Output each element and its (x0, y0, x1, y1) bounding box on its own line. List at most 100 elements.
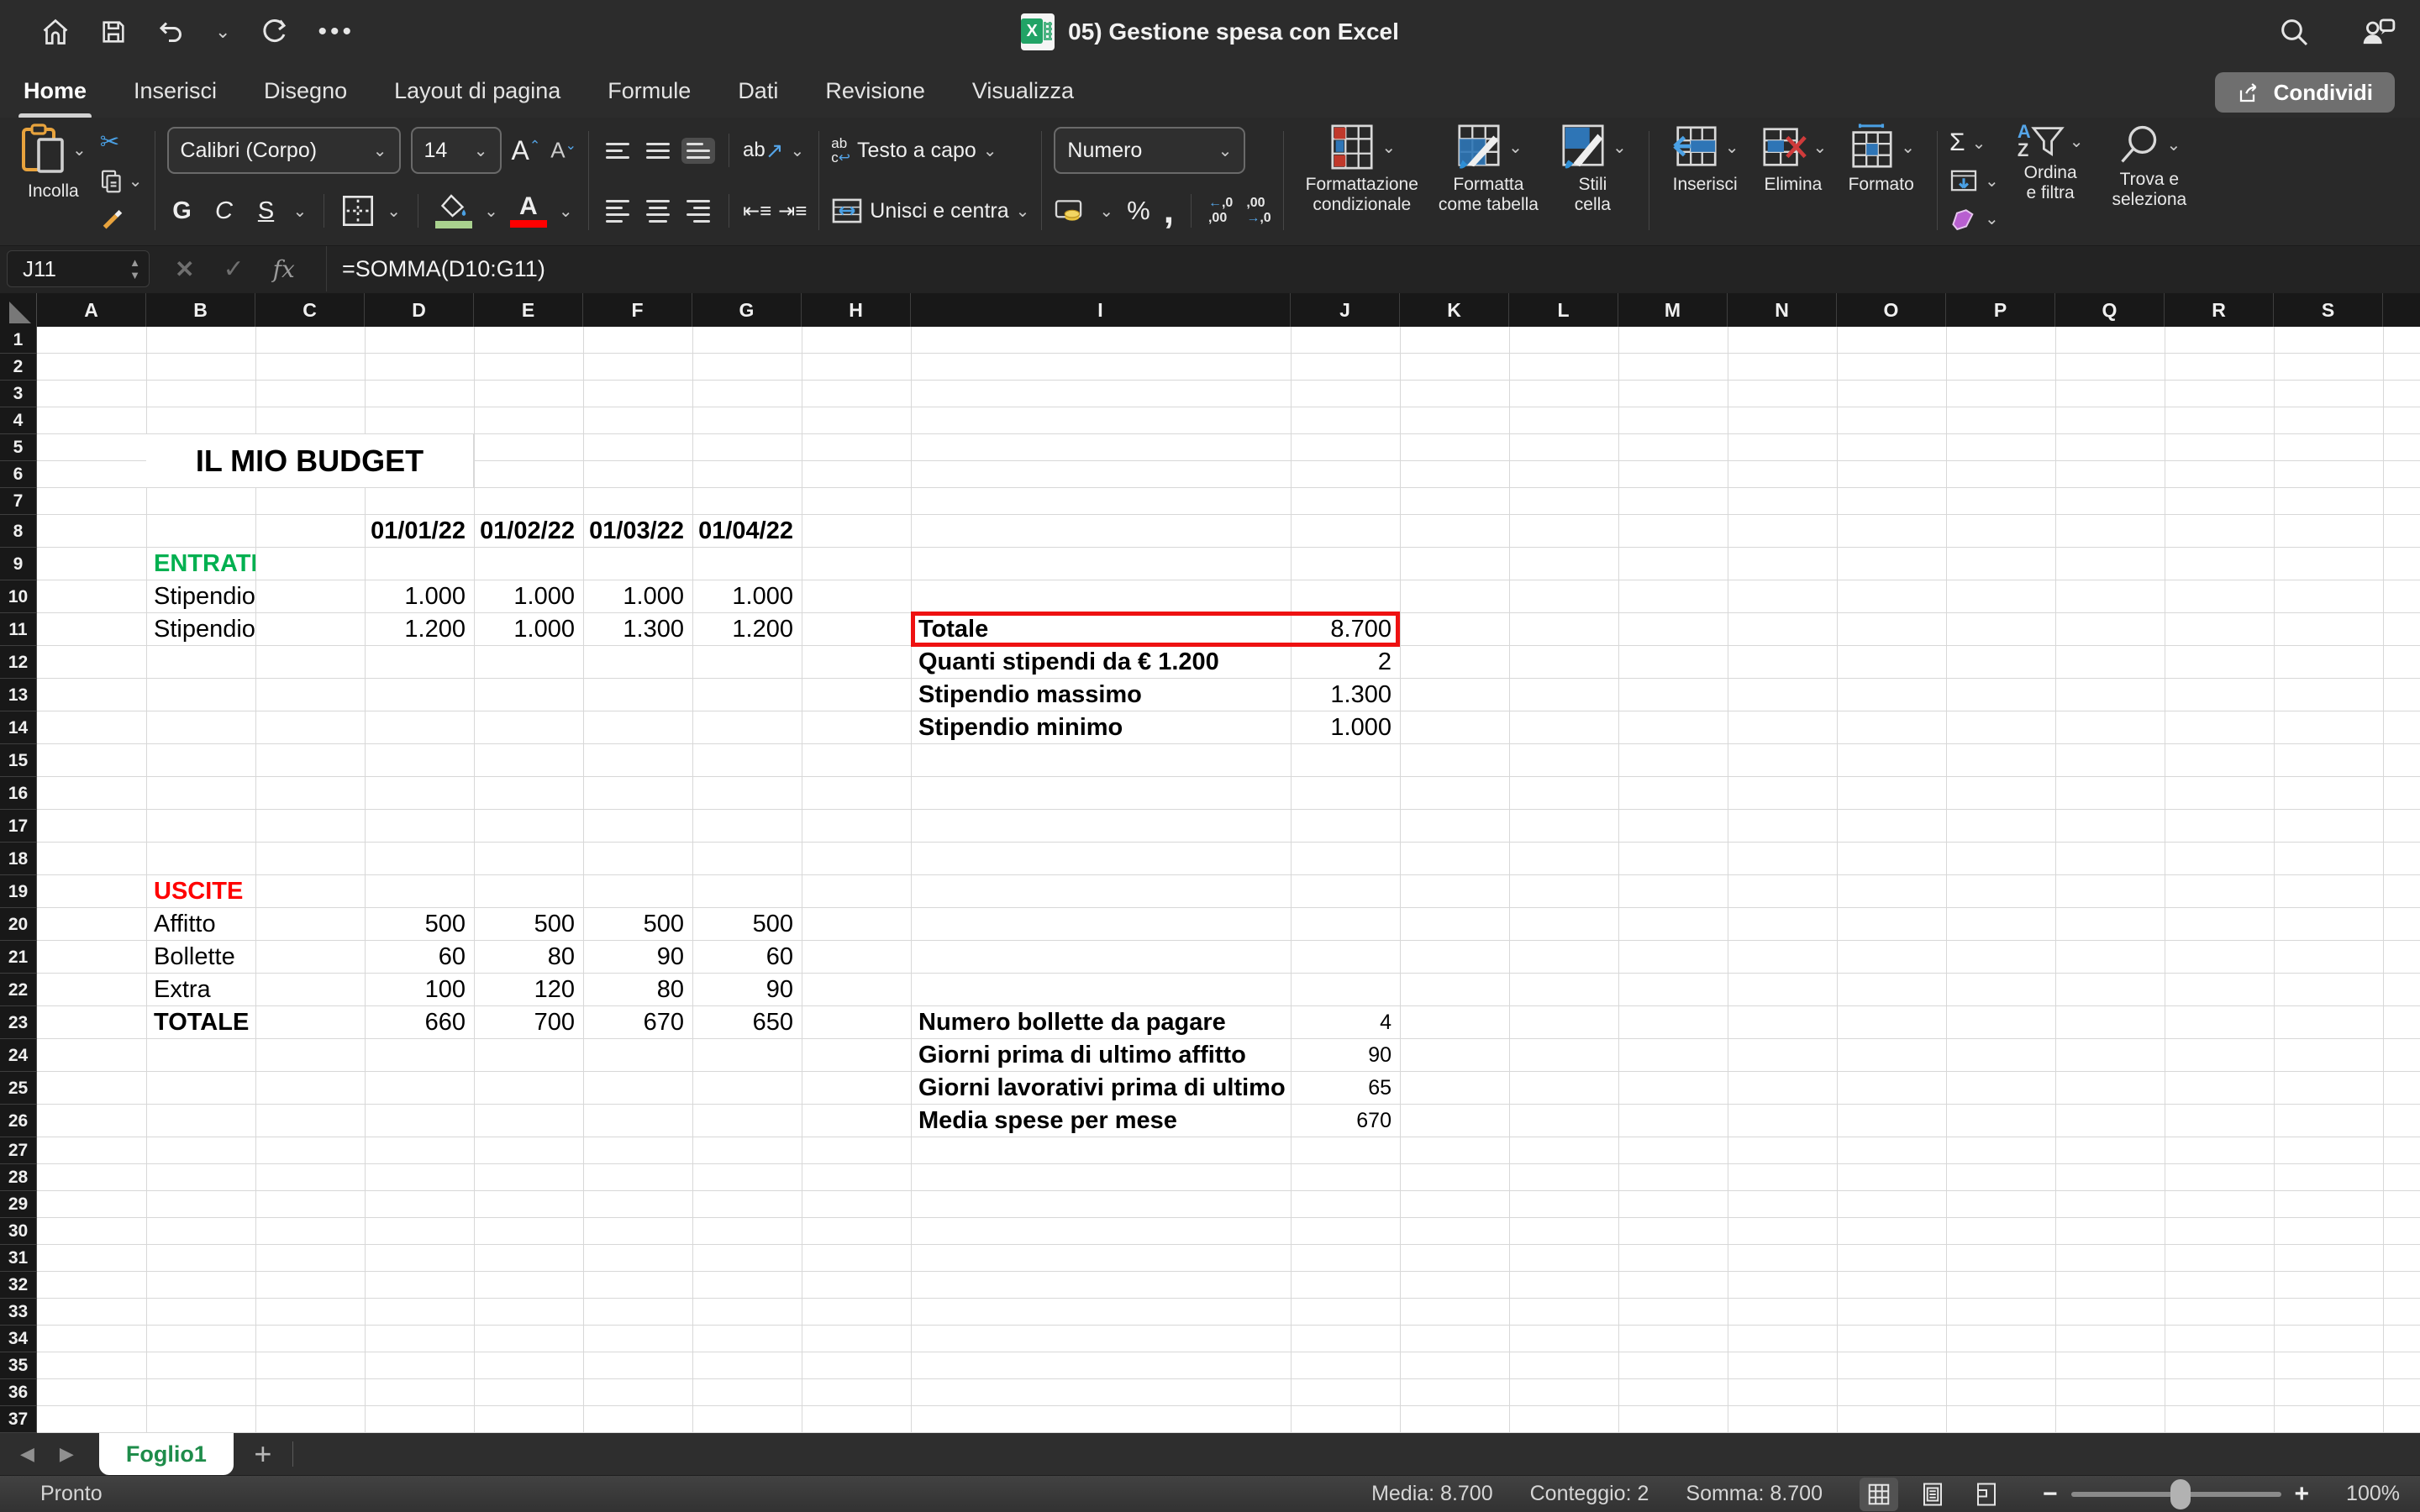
orientation-chevron-icon[interactable]: ⌄ (791, 140, 805, 161)
align-middle-icon[interactable] (641, 138, 675, 164)
sort-filter-button[interactable]: AZ ⌄ Ordina e filtra (2007, 123, 2094, 239)
fill-chevron-icon[interactable]: ⌄ (1985, 171, 1999, 192)
cell-J25[interactable]: 65 (1292, 1072, 1400, 1105)
conditional-formatting-chevron-icon[interactable]: ⌄ (1381, 137, 1396, 158)
autosum-button[interactable]: Σ (1949, 129, 1965, 157)
row-header-29[interactable]: 29 (0, 1191, 37, 1218)
format-cells-chevron-icon[interactable]: ⌄ (1901, 137, 1915, 158)
font-size-select[interactable]: 14⌄ (411, 127, 502, 174)
merged-title-cell[interactable]: IL MIO BUDGET (146, 434, 474, 488)
column-header-F[interactable]: F (583, 293, 692, 327)
cell-E11[interactable]: 1.000 (475, 613, 583, 646)
cell-G8[interactable]: 01/04/22 (693, 515, 802, 548)
cell-I25[interactable]: Giorni lavorativi prima di ultimo affitt… (912, 1072, 1291, 1105)
cell-B9[interactable]: ENTRATE (147, 548, 255, 580)
column-header-K[interactable]: K (1400, 293, 1509, 327)
row-header-31[interactable]: 31 (0, 1245, 37, 1272)
row-header-12[interactable]: 12 (0, 646, 37, 679)
underline-button[interactable]: S (251, 197, 281, 225)
column-header-B[interactable]: B (146, 293, 255, 327)
cell-F10[interactable]: 1.000 (584, 580, 692, 613)
row-header-19[interactable]: 19 (0, 875, 37, 908)
column-header-L[interactable]: L (1509, 293, 1618, 327)
cell-J11[interactable]: 8.700 (1292, 613, 1400, 646)
row-header-37[interactable]: 37 (0, 1406, 37, 1433)
cell-I26[interactable]: Media spese per mese (912, 1105, 1291, 1137)
delete-cells-button[interactable]: ⌄ Elimina (1749, 123, 1838, 239)
cell-E10[interactable]: 1.000 (475, 580, 583, 613)
sort-filter-chevron-icon[interactable]: ⌄ (2070, 131, 2084, 152)
format-cells-button[interactable]: ⌄ Formato (1837, 123, 1925, 239)
zoom-out-icon[interactable]: − (2043, 1482, 2058, 1507)
cell-E8[interactable]: 01/02/22 (475, 515, 583, 548)
row-header-33[interactable]: 33 (0, 1299, 37, 1326)
cell-B20[interactable]: Affitto (147, 908, 255, 941)
cell-I11[interactable]: Totale (912, 613, 1291, 646)
row-header-7[interactable]: 7 (0, 488, 37, 515)
cell-B11[interactable]: Stipendio 2 (147, 613, 255, 646)
delete-cells-chevron-icon[interactable]: ⌄ (1813, 137, 1828, 158)
add-sheet-button[interactable]: + (234, 1433, 292, 1475)
column-header-M[interactable]: M (1618, 293, 1728, 327)
fill-color-chevron-icon[interactable]: ⌄ (484, 201, 498, 222)
align-right-icon[interactable] (681, 195, 715, 228)
cell-F8[interactable]: 01/03/22 (584, 515, 692, 548)
cell-styles-chevron-icon[interactable]: ⌄ (1612, 137, 1627, 158)
font-color-button[interactable]: A (510, 195, 547, 228)
confirm-entry-icon[interactable]: ✓ (223, 255, 244, 284)
row-header-35[interactable]: 35 (0, 1352, 37, 1379)
font-color-chevron-icon[interactable]: ⌄ (559, 201, 573, 222)
select-all-corner[interactable] (0, 293, 37, 327)
cell-styles-button[interactable]: ⌄ Stili cella (1549, 123, 1637, 239)
name-box[interactable]: J11 ▲▼ (7, 250, 150, 287)
cell-B21[interactable]: Bollette (147, 941, 255, 974)
cell-J13[interactable]: 1.300 (1292, 679, 1400, 711)
row-header-30[interactable]: 30 (0, 1218, 37, 1245)
copy-chevron-icon[interactable]: ⌄ (129, 171, 143, 192)
fill-color-button[interactable] (435, 193, 472, 228)
cell-G20[interactable]: 500 (693, 908, 802, 941)
cell-F20[interactable]: 500 (584, 908, 692, 941)
formula-input[interactable]: =SOMMA(D10:G11) (326, 246, 545, 291)
underline-chevron-icon[interactable]: ⌄ (293, 201, 308, 222)
percent-style-button[interactable]: % (1127, 196, 1150, 226)
row-header-6[interactable]: 6 (0, 461, 37, 488)
row-header-28[interactable]: 28 (0, 1164, 37, 1191)
cell-F11[interactable]: 1.300 (584, 613, 692, 646)
wrap-text-button[interactable]: abc↩ Testo a capo ⌄ (831, 123, 1029, 178)
align-left-icon[interactable] (601, 195, 634, 228)
tab-layout-di-pagina[interactable]: Layout di pagina (392, 75, 562, 108)
orientation-button[interactable]: ab↗ (743, 138, 784, 164)
row-header-1[interactable]: 1 (0, 327, 37, 354)
cell-F22[interactable]: 80 (584, 974, 692, 1006)
merge-center-button[interactable]: Unisci e centra ⌄ (831, 185, 1029, 237)
format-as-table-button[interactable]: ⌄ Formatta come tabella (1428, 123, 1549, 239)
cell-B19[interactable]: USCITE (147, 875, 255, 908)
cell-G10[interactable]: 1.000 (693, 580, 802, 613)
cell-J26[interactable]: 670 (1292, 1105, 1400, 1137)
conditional-formatting-button[interactable]: ⌄ Formattazione condizionale (1296, 123, 1428, 239)
row-header-2[interactable]: 2 (0, 354, 37, 381)
cell-G21[interactable]: 60 (693, 941, 802, 974)
paste-chevron-icon[interactable]: ⌄ (72, 139, 87, 160)
cell-I24[interactable]: Giorni prima di ultimo affitto (912, 1039, 1291, 1072)
row-header-8[interactable]: 8 (0, 515, 37, 548)
row-header-5[interactable]: 5 (0, 434, 37, 461)
cell-D22[interactable]: 100 (366, 974, 474, 1006)
normal-view-icon[interactable] (1860, 1478, 1898, 1511)
decrease-indent-icon[interactable]: ⇤≡ (743, 199, 771, 223)
cell-F23[interactable]: 670 (584, 1006, 692, 1039)
row-header-26[interactable]: 26 (0, 1105, 37, 1137)
cell-B10[interactable]: Stipendio 1 (147, 580, 255, 613)
currency-chevron-icon[interactable]: ⌄ (1099, 201, 1113, 222)
grow-font-button[interactable]: A⌃ (512, 135, 541, 166)
row-header-13[interactable]: 13 (0, 679, 37, 711)
format-painter-icon[interactable] (100, 207, 143, 230)
row-header-3[interactable]: 3 (0, 381, 37, 407)
tab-dati[interactable]: Dati (736, 75, 780, 108)
feedback-icon[interactable] (2360, 15, 2396, 49)
column-header-C[interactable]: C (255, 293, 365, 327)
name-box-spinner-icon[interactable]: ▲▼ (129, 257, 140, 281)
cell-E20[interactable]: 500 (475, 908, 583, 941)
column-header-R[interactable]: R (2165, 293, 2274, 327)
